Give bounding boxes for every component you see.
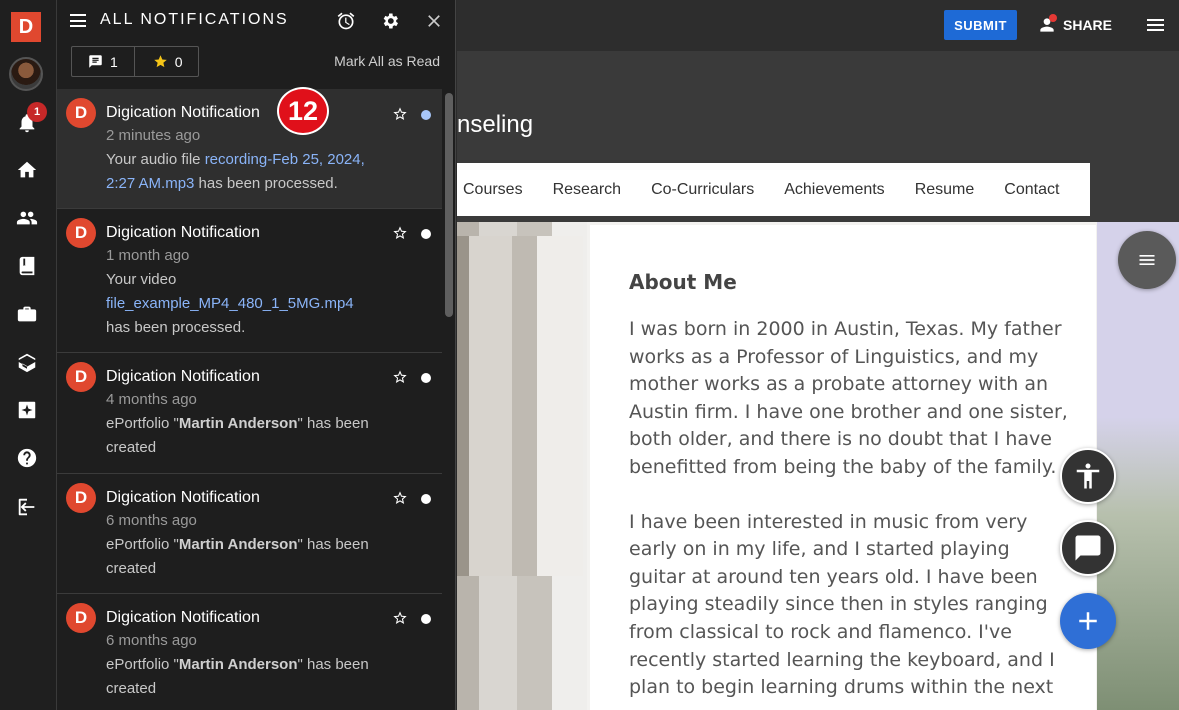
about-paragraph: I was born in 2000 in Austin, Texas. My … [629,318,1068,478]
main-menu-icon[interactable] [1147,19,1164,33]
notifications-panel: ALL NOTIFICATIONS 1 0 Mark All as Read D… [57,0,456,710]
comment-count: 1 [110,53,118,70]
notification-time: 6 months ago [106,512,197,529]
help-icon[interactable] [11,442,43,474]
logout-icon[interactable] [11,491,43,523]
notification-avatar: D [66,98,96,128]
notification-time: 6 months ago [106,632,197,649]
star-outline-icon[interactable] [392,106,408,122]
notification-filter-group: 1 0 [71,46,199,77]
comment-filter-button[interactable]: 1 [72,47,134,76]
notification-message: ePortfolio "Martin Anderson" has been cr… [106,415,369,456]
add-button[interactable] [1060,593,1116,649]
panel-menu-icon[interactable] [70,14,86,27]
panel-title: ALL NOTIFICATIONS [100,11,289,28]
nav-research[interactable]: Research [538,181,636,199]
notification-item[interactable]: D Digication Notification 6 months ago e… [57,594,442,710]
notification-title: Digication Notification [106,368,260,385]
chat-button[interactable] [1060,520,1116,576]
unread-indicator[interactable] [421,110,431,120]
read-indicator[interactable] [421,229,431,239]
top-toolbar: SUBMIT SHARE [457,0,1179,51]
mark-all-read-link[interactable]: Mark All as Read [334,53,440,69]
star-count: 0 [174,53,183,70]
scrollbar-thumb[interactable] [445,93,453,317]
notification-item[interactable]: D Digication Notification 2 minutes ago … [57,89,442,209]
alarm-icon[interactable] [336,11,356,31]
star-outline-icon[interactable] [392,369,408,385]
page-menu-button[interactable] [1118,231,1176,289]
submit-button[interactable]: SUBMIT [944,10,1017,40]
notification-avatar: D [66,483,96,513]
list-icon [1139,255,1155,265]
notification-title: Digication Notification [106,609,260,626]
notification-time: 1 month ago [106,247,190,264]
notification-title: Digication Notification [106,224,260,241]
notification-message: Your video file_example_MP4_480_1_5MG.mp4… [106,271,354,336]
plus-icon [1079,612,1097,630]
notification-avatar: D [66,362,96,392]
notification-title: Digication Notification [106,489,260,506]
panel-scrollbar[interactable] [442,89,455,710]
comment-icon [89,55,102,68]
share-indicator-dot [1049,14,1057,22]
home-icon[interactable] [11,154,43,186]
star-filter-button[interactable]: 0 [133,47,198,76]
notification-message: ePortfolio "Martin Anderson" has been cr… [106,536,369,577]
star-outline-icon[interactable] [392,610,408,626]
nav-co-curriculars[interactable]: Co-Curriculars [636,181,769,199]
about-paragraph: I have been interested in music from ver… [629,510,1055,710]
sparkle-icon[interactable] [11,394,43,426]
notification-title: Digication Notification [106,104,260,121]
nav-courses[interactable]: Courses [457,181,538,199]
digication-logo[interactable]: D [11,12,41,42]
nav-contact[interactable]: Contact [989,181,1074,199]
panel-header: ALL NOTIFICATIONS [57,0,455,42]
notification-time: 4 months ago [106,391,197,408]
share-button[interactable]: SHARE [1037,14,1112,36]
gear-icon[interactable] [380,11,400,31]
photo-column [457,236,583,576]
nav-resume[interactable]: Resume [900,181,990,199]
star-outline-icon[interactable] [392,490,408,506]
notification-list: D Digication Notification 2 minutes ago … [57,89,442,710]
user-avatar[interactable] [9,57,43,91]
read-indicator[interactable] [421,494,431,504]
cards-icon[interactable] [11,346,43,378]
share-label: SHARE [1063,17,1113,33]
star-icon [154,55,167,68]
briefcase-icon[interactable] [11,298,43,330]
site-title: nseling [457,111,534,138]
chat-icon [1075,535,1101,561]
nav-achievements[interactable]: Achievements [769,181,900,199]
notification-time: 2 minutes ago [106,127,201,144]
notification-item[interactable]: D Digication Notification 1 month ago Yo… [57,209,442,353]
book-icon[interactable] [11,250,43,282]
notification-message: ePortfolio "Martin Anderson" has been cr… [106,656,369,697]
notification-avatar: D [66,218,96,248]
close-icon[interactable] [424,11,444,31]
notification-count-badge: 1 [27,102,47,122]
notification-avatar: D [66,603,96,633]
accessibility-icon [1076,463,1100,489]
site-navigation: Courses Research Co-Curriculars Achievem… [457,163,1090,216]
notification-item[interactable]: D Digication Notification 6 months ago e… [57,474,442,594]
accessibility-button[interactable] [1060,448,1116,504]
notification-item[interactable]: D Digication Notification 4 months ago e… [57,353,442,474]
step-callout-badge: 12 [277,87,329,135]
people-icon[interactable] [11,202,43,234]
star-outline-icon[interactable] [392,225,408,241]
about-me-card: About Me I was born in 2000 in Austin, T… [590,225,1096,710]
video-file-link[interactable]: file_example_MP4_480_1_5MG.mp4 [106,295,354,312]
notification-message: Your audio file recording-Feb 25, 2024, … [106,151,365,192]
read-indicator[interactable] [421,614,431,624]
about-heading: About Me [629,270,737,294]
left-rail: D 1 [0,0,57,710]
read-indicator[interactable] [421,373,431,383]
portfolio-page: SUBMIT SHARE nseling Courses Research Co… [457,0,1179,710]
